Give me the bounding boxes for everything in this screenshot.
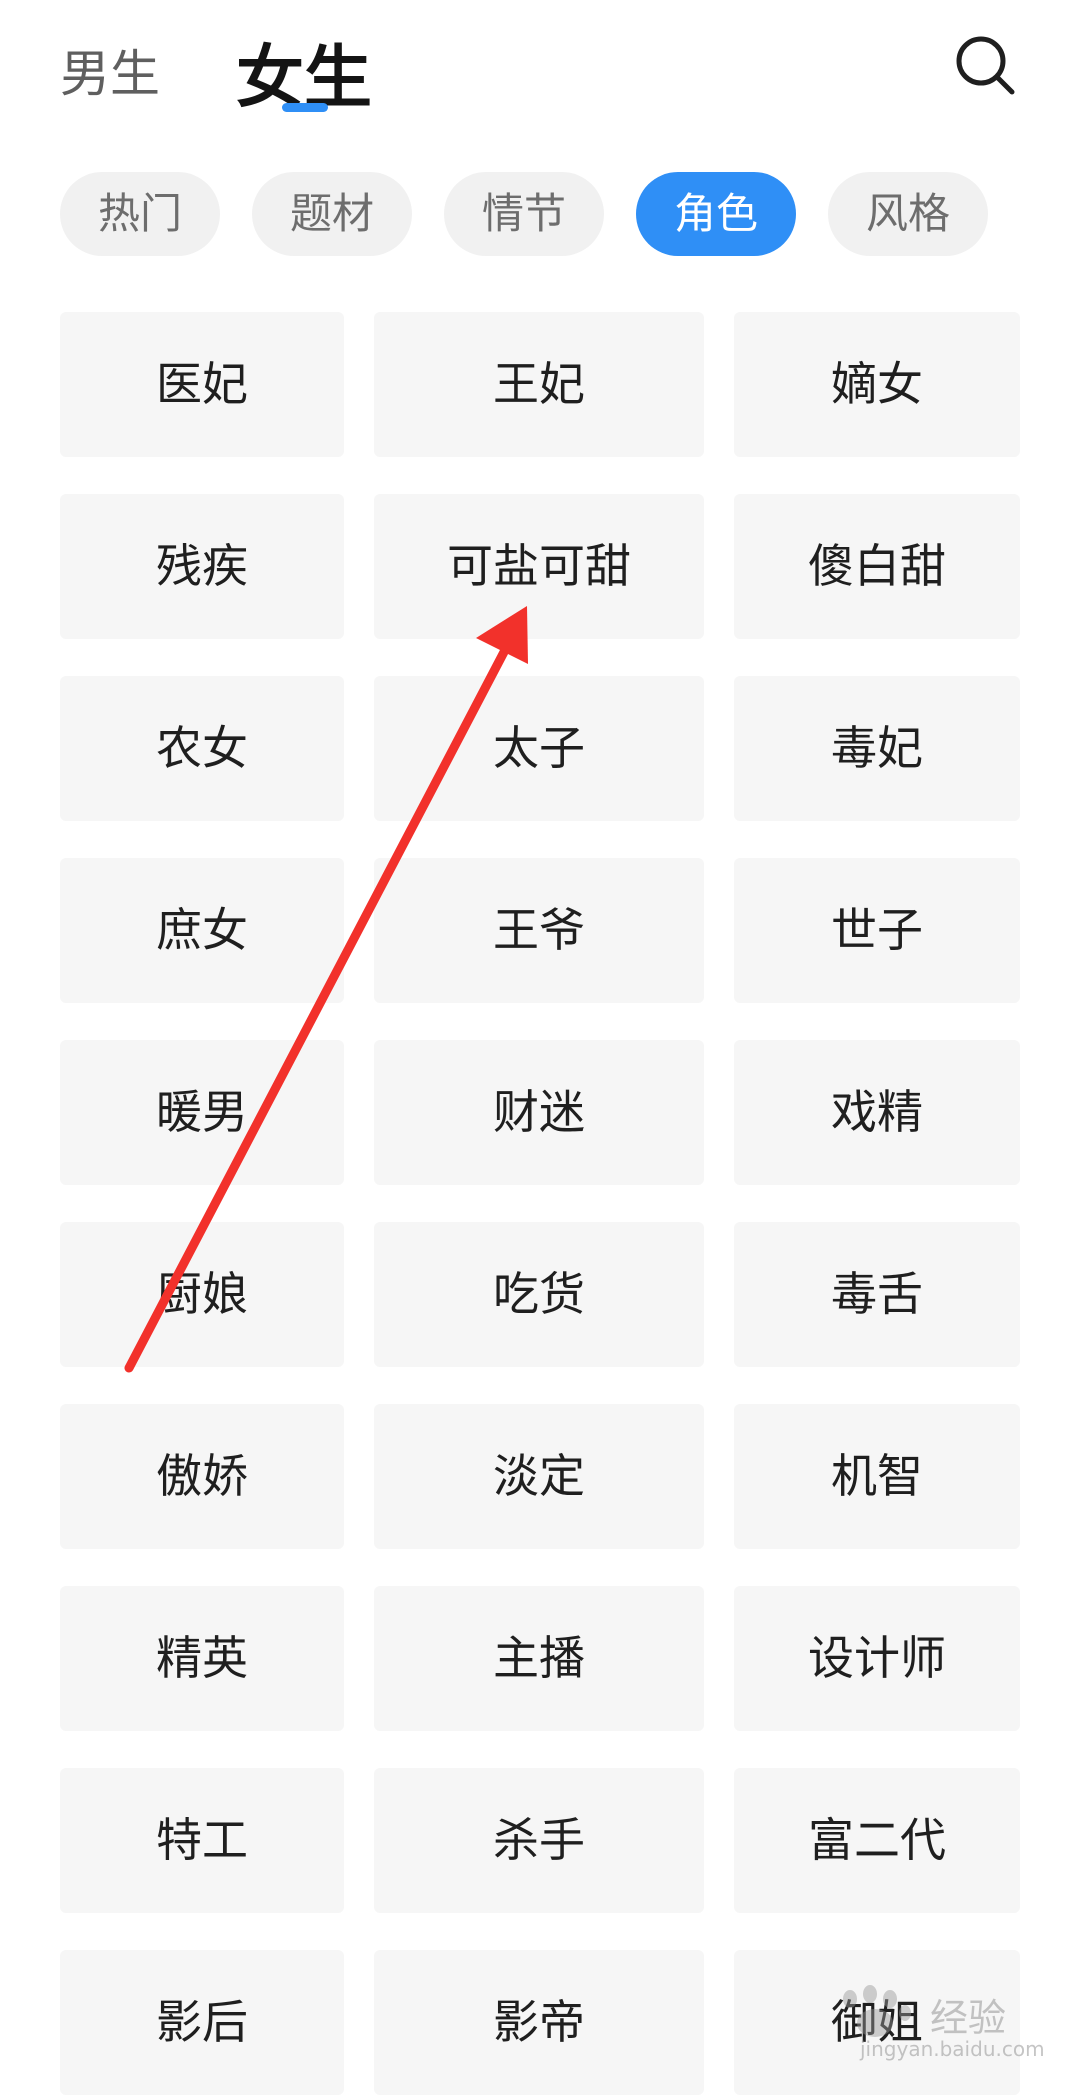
- tag-cell[interactable]: 御姐: [734, 1950, 1020, 2095]
- tag-cell[interactable]: 财迷: [374, 1040, 704, 1185]
- tag-cell[interactable]: 庶女: [60, 858, 344, 1003]
- tag-cell[interactable]: 傻白甜: [734, 494, 1020, 639]
- chip-role[interactable]: 角色: [636, 172, 796, 256]
- category-chips: 热门 题材 情节 角色 风格: [60, 172, 1020, 256]
- tag-cell[interactable]: 医妃: [60, 312, 344, 457]
- tag-cell[interactable]: 可盐可甜: [374, 494, 704, 639]
- tag-cell[interactable]: 精英: [60, 1586, 344, 1731]
- chip-hot[interactable]: 热门: [60, 172, 220, 256]
- tag-cell[interactable]: 毒舌: [734, 1222, 1020, 1367]
- tag-cell[interactable]: 农女: [60, 676, 344, 821]
- tag-cell[interactable]: 太子: [374, 676, 704, 821]
- tag-cell[interactable]: 暖男: [60, 1040, 344, 1185]
- active-tab-indicator: [282, 103, 328, 112]
- tag-cell[interactable]: 傲娇: [60, 1404, 344, 1549]
- top-header: 男生 女生: [0, 0, 1080, 140]
- tag-cell[interactable]: 影后: [60, 1950, 344, 2095]
- tag-cell[interactable]: 厨娘: [60, 1222, 344, 1367]
- tag-cell[interactable]: 王爷: [374, 858, 704, 1003]
- tag-cell[interactable]: 机智: [734, 1404, 1020, 1549]
- tag-cell[interactable]: 嫡女: [734, 312, 1020, 457]
- tag-cell[interactable]: 设计师: [734, 1586, 1020, 1731]
- tag-cell[interactable]: 毒妃: [734, 676, 1020, 821]
- chip-theme[interactable]: 题材: [252, 172, 412, 256]
- chip-plot[interactable]: 情节: [444, 172, 604, 256]
- tag-cell[interactable]: 主播: [374, 1586, 704, 1731]
- tag-cell[interactable]: 杀手: [374, 1768, 704, 1913]
- search-button[interactable]: [950, 30, 1020, 100]
- tag-cell[interactable]: 残疾: [60, 494, 344, 639]
- tag-cell[interactable]: 吃货: [374, 1222, 704, 1367]
- chip-style[interactable]: 风格: [828, 172, 988, 256]
- tag-cell[interactable]: 王妃: [374, 312, 704, 457]
- tag-cell[interactable]: 戏精: [734, 1040, 1020, 1185]
- tag-cell[interactable]: 影帝: [374, 1950, 704, 2095]
- tag-cell[interactable]: 特工: [60, 1768, 344, 1913]
- tag-cell[interactable]: 富二代: [734, 1768, 1020, 1913]
- tab-male[interactable]: 男生: [60, 34, 160, 106]
- tag-cell[interactable]: 淡定: [374, 1404, 704, 1549]
- tag-cell[interactable]: 世子: [734, 858, 1020, 1003]
- search-icon: [956, 36, 1015, 95]
